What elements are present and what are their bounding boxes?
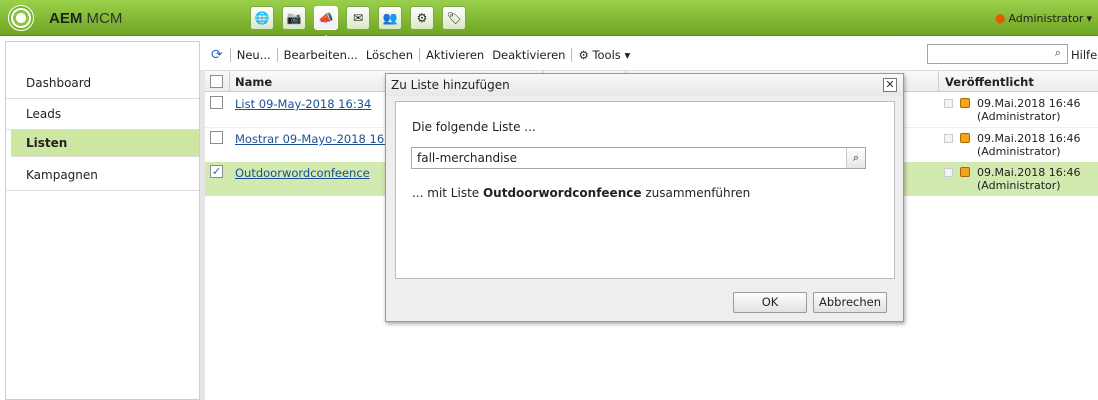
sidebar-item-label: Listen xyxy=(26,136,68,150)
search-input[interactable]: ⌕ xyxy=(927,44,1068,64)
people-icon[interactable]: 👥 xyxy=(378,6,402,30)
edit-button[interactable]: Bearbeiten... xyxy=(280,48,362,62)
add-to-list-dialog: Zu Liste hinzufügen ✕ Die folgende Liste… xyxy=(385,73,904,322)
deactivate-button[interactable]: Deaktivieren xyxy=(488,48,569,62)
sidebar-item-label: Leads xyxy=(26,107,62,121)
sidebar-item-listen[interactable]: Listen xyxy=(11,130,199,157)
column-separator xyxy=(229,71,230,92)
list-link[interactable]: List 09-May-2018 16:34 xyxy=(235,97,371,111)
list-link[interactable]: Mostrar 09-Mayo-2018 16:32 xyxy=(235,132,403,146)
gears-icon: ⚙ xyxy=(578,48,589,62)
sidebar: Dashboard Leads Listen Kampagnen xyxy=(5,41,200,400)
select-all-checkbox[interactable] xyxy=(210,75,223,88)
published-info: 09.Mai.2018 16:46 (Administrator) xyxy=(977,132,1080,158)
app-brand: AEM xyxy=(49,10,83,27)
published-date: 09.Mai.2018 16:46 xyxy=(977,97,1081,110)
row-checkbox[interactable]: ✓ xyxy=(210,165,223,178)
activation-status-icon xyxy=(944,168,953,177)
ok-button[interactable]: OK xyxy=(733,292,807,313)
aem-logo-icon[interactable] xyxy=(8,5,34,31)
help-link[interactable]: Hilfe xyxy=(1071,48,1097,62)
published-status-icon xyxy=(960,167,970,177)
chevron-down-icon: ▾ xyxy=(1086,11,1092,25)
camera-icon[interactable]: 📷 xyxy=(282,6,306,30)
top-bar: AEM MCM 🌐 📷 📣 ✉ 👥 ⚙ 🏷 ● Administrator ▾ xyxy=(0,0,1098,36)
activation-status-icon xyxy=(944,99,953,108)
toolbar-separator xyxy=(571,48,573,62)
user-menu[interactable]: ● Administrator ▾ xyxy=(995,11,1092,25)
published-status-icon xyxy=(960,133,970,143)
toolbar-separator xyxy=(419,48,421,62)
app-product: MCM xyxy=(86,10,123,27)
search-icon[interactable]: ⌕ xyxy=(1050,46,1066,62)
sidebar-item-kampagnen[interactable]: Kampagnen xyxy=(6,160,199,191)
app-title: AEM MCM xyxy=(49,10,122,27)
toolbar-separator xyxy=(276,48,278,62)
close-icon[interactable]: ✕ xyxy=(883,78,897,92)
console-switcher: 🌐 📷 📣 ✉ 👥 ⚙ 🏷 xyxy=(250,6,466,30)
list-select-value: fall-merchandise xyxy=(417,151,518,165)
published-date: 09.Mai.2018 16:46 xyxy=(977,132,1081,145)
search-icon[interactable]: ⌕ xyxy=(846,148,865,168)
mail-icon[interactable]: ✉ xyxy=(346,6,370,30)
tools-label: Tools xyxy=(592,48,621,62)
sidebar-item-label: Dashboard xyxy=(26,76,92,90)
sidebar-item-dashboard[interactable]: Dashboard xyxy=(6,68,199,99)
published-by: (Administrator) xyxy=(977,110,1061,123)
user-name: Administrator xyxy=(1008,11,1084,25)
activate-button[interactable]: Aktivieren xyxy=(422,48,488,62)
tag-icon[interactable]: 🏷 xyxy=(442,6,466,30)
megaphone-icon[interactable]: 📣 xyxy=(314,6,338,30)
sidebar-item-leads[interactable]: Leads xyxy=(6,99,199,130)
toolbar-separator xyxy=(229,48,231,62)
column-header-published[interactable]: Veröffentlicht xyxy=(945,75,1034,89)
list-link[interactable]: Outdoorwordconfeence xyxy=(235,166,370,180)
sidebar-item-label: Kampagnen xyxy=(26,168,98,182)
delete-button[interactable]: Löschen xyxy=(362,48,417,62)
row-checkbox[interactable] xyxy=(210,96,223,109)
list-label: Die folgende Liste ... xyxy=(412,120,536,134)
activation-status-icon xyxy=(944,134,953,143)
chevron-down-icon: ▾ xyxy=(624,48,631,62)
tools-menu[interactable]: ⚙ Tools ▾ xyxy=(574,48,634,62)
column-separator xyxy=(938,71,939,92)
globe-icon[interactable]: 🌐 xyxy=(250,6,274,30)
merge-target: Outdoorwordconfeence xyxy=(482,186,642,200)
dialog-body: Die folgende Liste ... fall-merchandise … xyxy=(395,101,895,279)
column-header-name[interactable]: Name xyxy=(235,75,272,89)
dialog-title: Zu Liste hinzufügen xyxy=(391,78,510,92)
new-button[interactable]: Neu... xyxy=(233,48,275,62)
user-icon: ● xyxy=(994,11,1006,25)
dialog-title-bar[interactable]: Zu Liste hinzufügen xyxy=(386,74,903,96)
published-by: (Administrator) xyxy=(977,145,1061,158)
published-info: 09.Mai.2018 16:46 (Administrator) xyxy=(977,166,1080,192)
cancel-button[interactable]: Abbrechen xyxy=(813,292,887,313)
row-checkbox[interactable] xyxy=(210,131,223,144)
refresh-icon[interactable]: ⟳ xyxy=(205,47,228,63)
published-status-icon xyxy=(960,98,970,108)
gear-icon[interactable]: ⚙ xyxy=(410,6,434,30)
merge-text: ... mit Liste Outdoorwordconfeence zusam… xyxy=(412,186,750,200)
merge-suffix: zusammenführen xyxy=(641,186,751,200)
list-select-input[interactable]: fall-merchandise ⌕ xyxy=(411,147,866,169)
merge-prefix: ... mit Liste xyxy=(412,186,483,200)
published-info: 09.Mai.2018 16:46 (Administrator) xyxy=(977,97,1080,123)
published-date: 09.Mai.2018 16:46 xyxy=(977,166,1081,179)
published-by: (Administrator) xyxy=(977,179,1061,192)
